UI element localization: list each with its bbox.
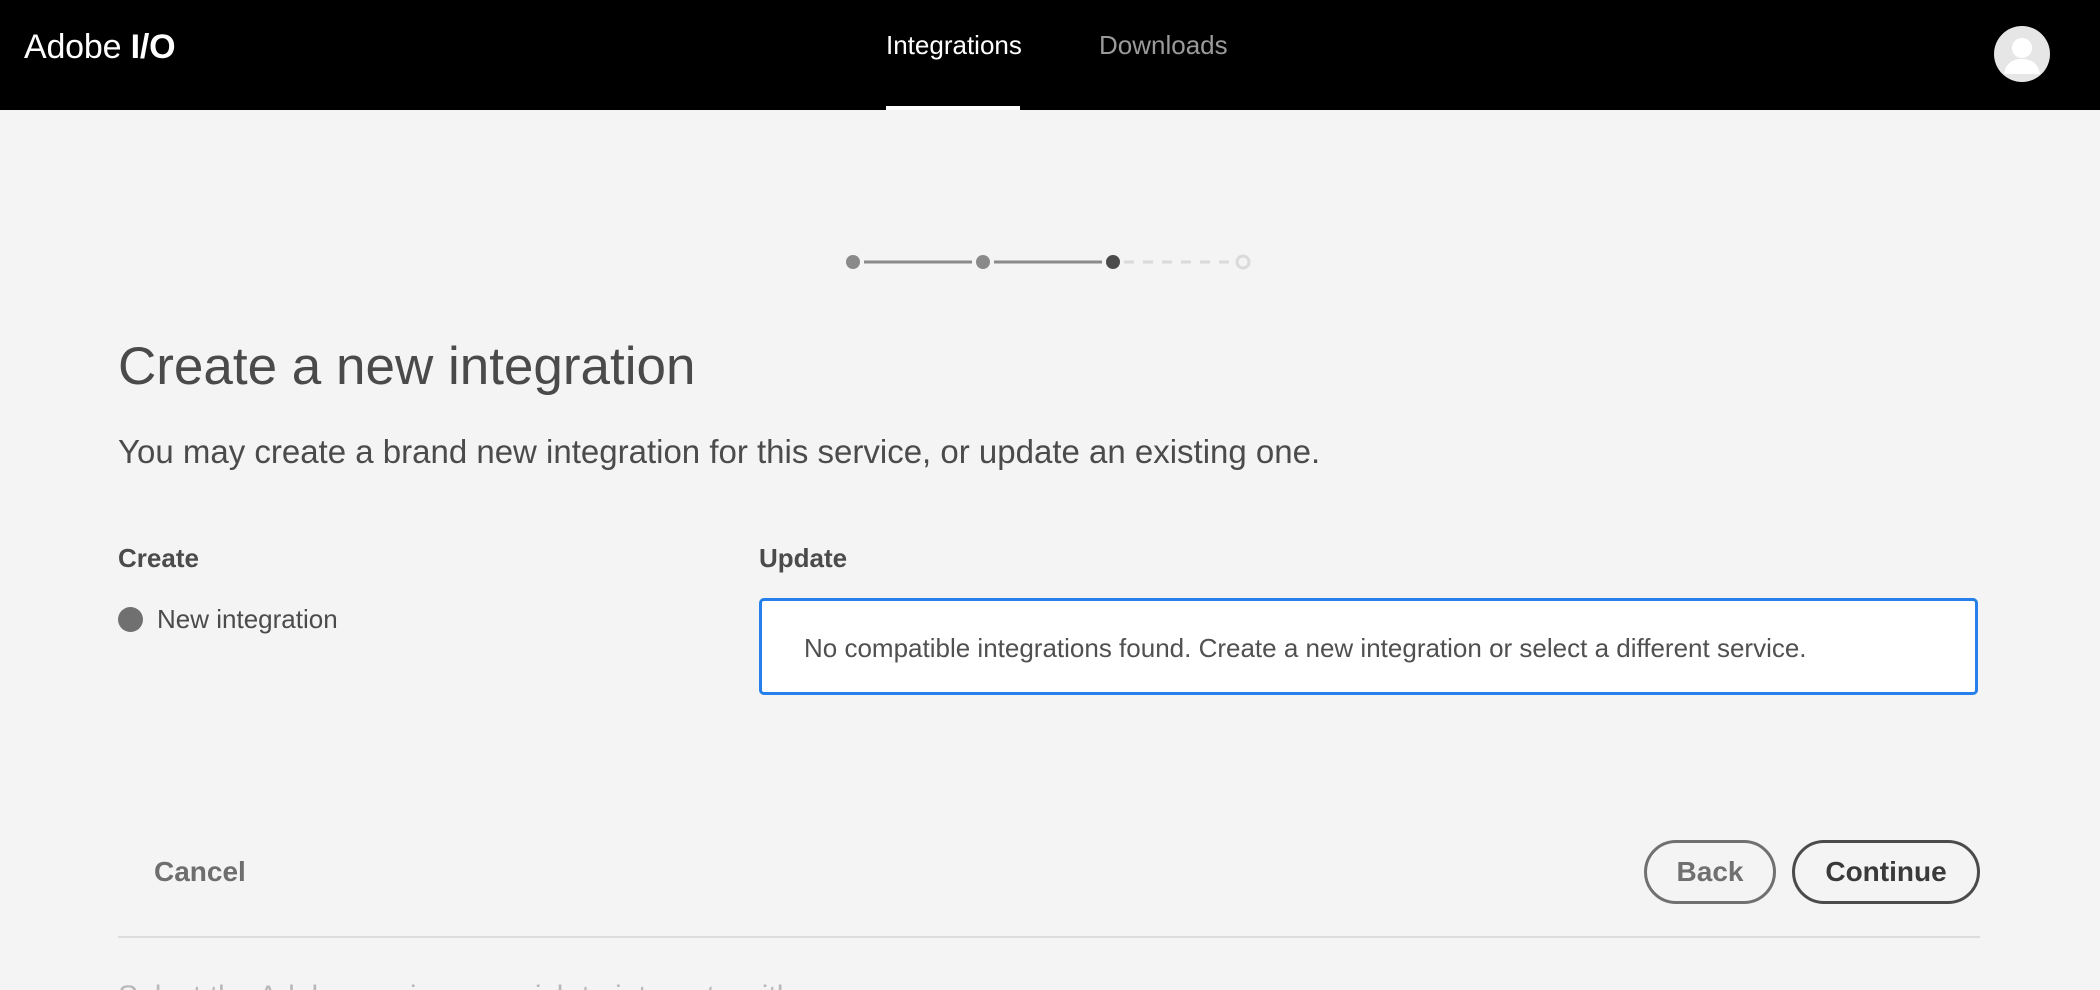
update-section-heading: Update — [759, 543, 848, 573]
stepper-step-4 — [1235, 254, 1251, 270]
radio-selected-icon — [118, 606, 143, 632]
progress-stepper — [840, 244, 1260, 280]
new-integration-radio[interactable]: New integration — [118, 603, 338, 635]
create-section-heading: Create — [118, 543, 199, 573]
section-divider — [118, 936, 1980, 938]
user-avatar-button[interactable] — [1994, 26, 2050, 82]
update-integrations-box: No compatible integrations found. Create… — [759, 598, 1978, 695]
tab-downloads[interactable]: Downloads — [1099, 30, 1228, 110]
top-navigation-bar: Adobe I/O Integrations Downloads — [0, 0, 2100, 110]
user-avatar-icon — [2004, 38, 2040, 74]
stepper-step-3 — [1106, 255, 1120, 269]
stepper-step-1 — [846, 255, 860, 269]
brand-suffix: I/O — [130, 28, 176, 66]
new-integration-label: New integration — [157, 603, 338, 634]
page-subtitle: You may create a brand new integration f… — [118, 433, 1321, 470]
next-section-heading: Select the Adobe service you wish to int… — [118, 980, 793, 990]
continue-button[interactable]: Continue — [1792, 840, 1980, 904]
tab-integrations[interactable]: Integrations — [886, 30, 1022, 110]
stepper-step-2 — [976, 255, 990, 269]
no-integrations-message: No compatible integrations found. Create… — [804, 633, 1807, 663]
cancel-button[interactable]: Cancel — [154, 856, 246, 888]
back-button[interactable]: Back — [1644, 840, 1776, 904]
stepper-graphic — [846, 254, 1251, 270]
brand-name: Adobe — [24, 28, 122, 66]
page-title: Create a new integration — [118, 337, 696, 396]
adobe-io-logo[interactable]: Adobe I/O — [24, 28, 176, 67]
